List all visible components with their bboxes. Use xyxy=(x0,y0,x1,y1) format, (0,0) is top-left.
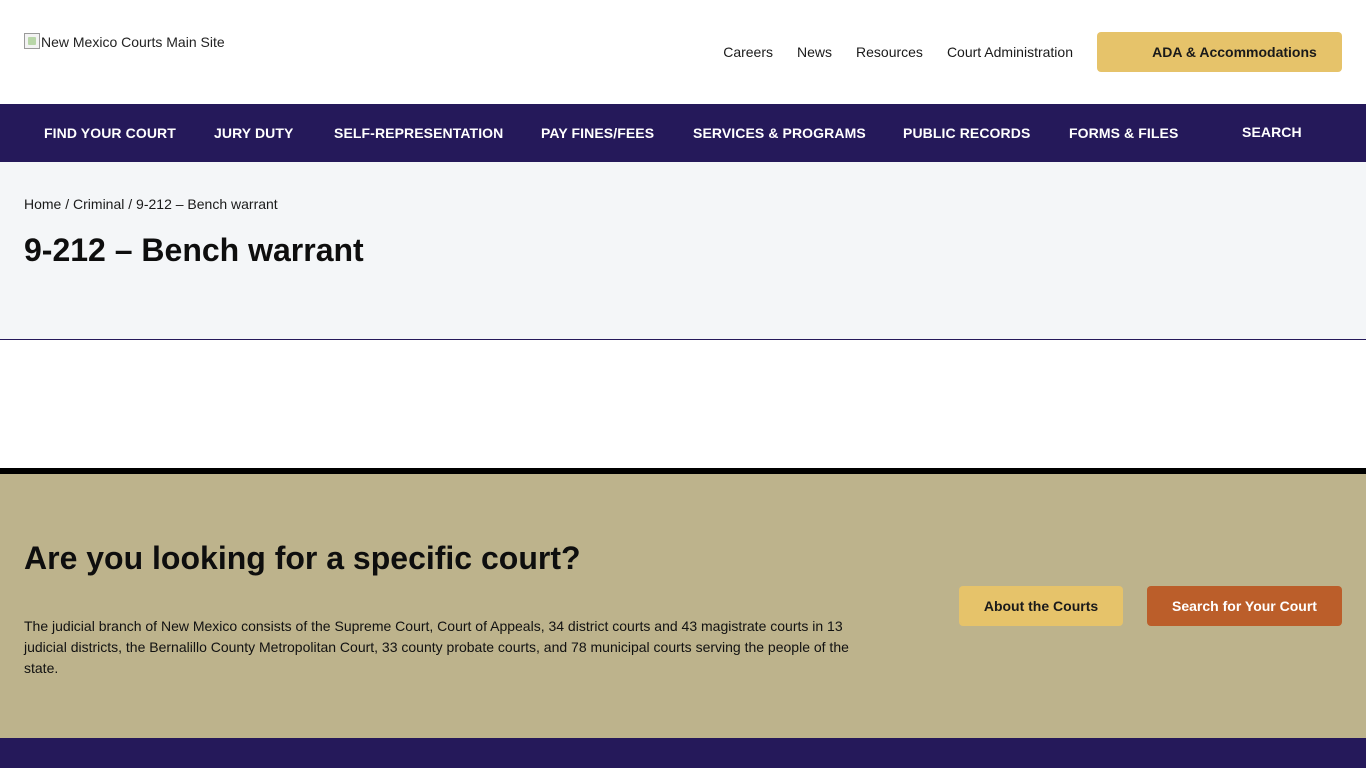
page-header-band: Home / Criminal / 9-212 – Bench warrant … xyxy=(0,162,1366,340)
breadcrumb-home-link[interactable]: Home xyxy=(24,196,61,212)
court-finder-title: Are you looking for a specific court? xyxy=(24,540,581,576)
court-finder-description: The judicial branch of New Mexico consis… xyxy=(24,618,849,676)
breadcrumb-separator: / xyxy=(61,196,74,212)
site-logo-alt-text: New Mexico Courts Main Site xyxy=(41,34,225,50)
nav-item-find-your-court[interactable]: FIND YOUR COURT xyxy=(44,104,176,162)
breadcrumb: Home / Criminal / 9-212 – Bench warrant xyxy=(24,196,278,212)
nav-item-jury-duty[interactable]: JURY DUTY xyxy=(214,104,293,162)
nav-item-pay-fines-fees[interactable]: PAY FINES/FEES xyxy=(541,104,654,162)
page-title: 9-212 – Bench warrant xyxy=(24,232,364,268)
news-link[interactable]: News xyxy=(797,44,832,60)
breadcrumb-criminal-link[interactable]: Criminal xyxy=(73,196,124,212)
ada-accommodations-button[interactable]: ADA & Accommodations xyxy=(1097,32,1342,72)
main-nav: FIND YOUR COURT JURY DUTY SELF-REPRESENT… xyxy=(0,104,1366,162)
court-administration-link[interactable]: Court Administration xyxy=(947,44,1073,60)
breadcrumb-separator: / xyxy=(124,196,137,212)
resources-link[interactable]: Resources xyxy=(856,44,923,60)
broken-image-icon xyxy=(24,33,40,49)
site-footer xyxy=(0,738,1366,768)
court-finder-section: Are you looking for a specific court? Th… xyxy=(0,468,1366,738)
nav-item-forms-files[interactable]: FORMS & FILES xyxy=(1069,104,1178,162)
breadcrumb-current: 9-212 – Bench warrant xyxy=(136,196,278,212)
about-the-courts-button[interactable]: About the Courts xyxy=(959,586,1123,626)
careers-link[interactable]: Careers xyxy=(723,44,773,60)
site-logo-link[interactable]: New Mexico Courts Main Site xyxy=(24,33,225,50)
utility-nav: Careers News Resources Court Administrat… xyxy=(723,44,1073,60)
site-header: New Mexico Courts Main Site Careers News… xyxy=(0,0,1366,104)
search-for-your-court-button[interactable]: Search for Your Court xyxy=(1147,586,1342,626)
nav-item-services-programs[interactable]: SERVICES & PROGRAMS xyxy=(693,104,866,162)
nav-item-self-representation[interactable]: SELF-REPRESENTATION xyxy=(334,104,503,162)
nav-item-public-records[interactable]: PUBLIC RECORDS xyxy=(903,104,1030,162)
nav-search-button[interactable]: SEARCH xyxy=(1242,103,1302,161)
